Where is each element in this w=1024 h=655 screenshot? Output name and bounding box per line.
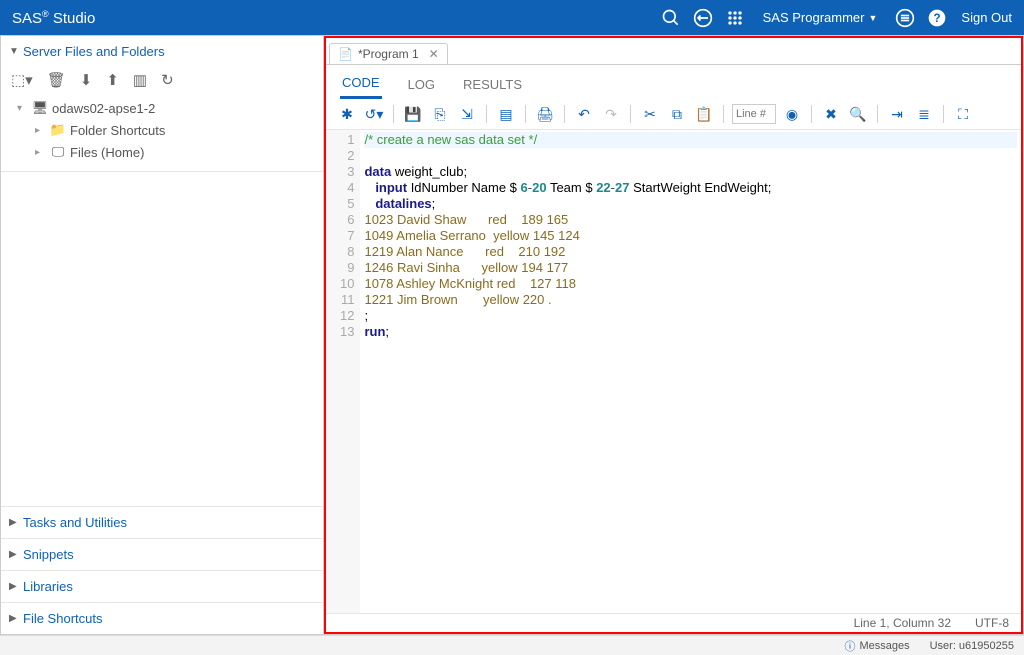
sidebar-header-server-files[interactable]: ▼ Server Files and Folders — [1, 36, 323, 67]
user-menu[interactable]: SAS Programmer▼ — [763, 10, 878, 25]
tree-label: Folder Shortcuts — [70, 123, 165, 138]
indent-icon[interactable]: ⇥ — [886, 103, 908, 125]
folder-shortcut-icon: 📁 — [50, 122, 66, 138]
goto-icon[interactable]: ◉ — [781, 103, 803, 125]
cursor-position: Line 1, Column 32 — [854, 616, 951, 630]
files-home-icon: 🖵 — [50, 144, 66, 160]
sidebar-header-file-shortcuts[interactable]: ▶ File Shortcuts — [1, 602, 323, 634]
sidebar-header-tasks[interactable]: ▶ Tasks and Utilities — [1, 506, 323, 538]
goto-line-input[interactable] — [732, 104, 776, 124]
maximize-icon[interactable]: ⛶ — [952, 103, 974, 125]
sidebar-toolbar: ⬚▾ 🗑 ⬇ ⬆ ▥ ↻ — [1, 67, 323, 93]
expand-icon: ▶ — [9, 581, 19, 592]
folder-open-icon[interactable] — [691, 6, 715, 30]
export-icon[interactable]: ⇲ — [456, 103, 478, 125]
expand-icon: ▶ — [9, 613, 19, 624]
expand-icon: ▸ — [35, 147, 47, 158]
bottom-status-bar: ⓘMessages User: u61950255 — [0, 635, 1024, 655]
collapse-icon: ▼ — [9, 46, 19, 57]
new-icon[interactable]: ⬚▾ — [11, 71, 33, 89]
tab-label: *Program 1 — [358, 47, 419, 61]
refresh-icon[interactable]: ↻ — [161, 71, 174, 89]
app-title: SAS® Studio — [12, 9, 95, 27]
title-registered: ® — [42, 9, 49, 19]
save-as-icon[interactable]: ⎘ — [429, 103, 451, 125]
tree-node-folder-shortcuts[interactable]: ▸ 📁 Folder Shortcuts — [35, 119, 315, 141]
tree-label: odaws02-apse1-2 — [52, 101, 155, 116]
paste-icon[interactable]: 📋 — [693, 103, 715, 125]
expand-icon: ▶ — [9, 549, 19, 560]
sidebar-section-server-files: ▼ Server Files and Folders ⬚▾ 🗑 ⬇ ⬆ ▥ ↻ … — [1, 36, 323, 172]
close-icon[interactable]: ✕ — [429, 47, 439, 61]
sas-file-icon: 📄 — [338, 47, 353, 61]
expand-icon: ▾ — [17, 103, 29, 114]
more-options-icon[interactable] — [893, 6, 917, 30]
work-area: 📄 *Program 1 ✕ CODE LOG RESULTS ✱ ↺▾ 💾 ⎘… — [324, 36, 1023, 634]
help-icon[interactable]: ? — [925, 6, 949, 30]
program-tab-strip: 📄 *Program 1 ✕ — [326, 38, 1021, 65]
save-icon[interactable]: 💾 — [402, 103, 424, 125]
code-editor[interactable]: 12345678910111213 /* create a new sas da… — [326, 130, 1021, 613]
app-header: SAS® Studio SAS Programmer▼ ? Sign Out — [0, 0, 1024, 35]
subtab-strip: CODE LOG RESULTS — [326, 65, 1021, 99]
redo-icon[interactable]: ↷ — [600, 103, 622, 125]
sidebar-label: Snippets — [23, 547, 74, 562]
svg-text:?: ? — [934, 12, 941, 25]
code-body[interactable]: /* create a new sas data set */ data wei… — [360, 130, 1021, 613]
tree-node-files-home[interactable]: ▸ 🖵 Files (Home) — [35, 141, 315, 163]
run-icon[interactable]: ✱ — [336, 103, 358, 125]
download-icon[interactable]: ⬇ — [80, 71, 93, 89]
sidebar-label: File Shortcuts — [23, 611, 102, 626]
delete-icon[interactable]: 🗑 — [47, 71, 66, 89]
expand-icon: ▶ — [9, 517, 19, 528]
apps-icon[interactable] — [723, 6, 747, 30]
print-icon[interactable]: 🖨 — [534, 103, 556, 125]
sidebar-label: Tasks and Utilities — [23, 515, 127, 530]
upload-icon[interactable]: ⬆ — [106, 71, 119, 89]
title-prefix: SAS — [12, 10, 42, 27]
copy-icon[interactable]: ⧉ — [666, 103, 688, 125]
editor-toolbar: ✱ ↺▾ 💾 ⎘ ⇲ ▤ 🖨 ↶ ↷ ✂ ⧉ 📋 ◉ ✖ 🔍 ⇥ ≣ — [326, 99, 1021, 130]
tab-program-1[interactable]: 📄 *Program 1 ✕ — [329, 43, 448, 64]
format-icon[interactable]: ≣ — [913, 103, 935, 125]
sidebar-label: Libraries — [23, 579, 73, 594]
expand-icon: ▸ — [35, 125, 47, 136]
properties-icon[interactable]: ▥ — [133, 71, 147, 89]
sidebar-header-snippets[interactable]: ▶ Snippets — [1, 538, 323, 570]
server-icon: 🖥 — [32, 100, 48, 116]
tree-label: Files (Home) — [70, 145, 144, 160]
subtab-log[interactable]: LOG — [406, 73, 437, 98]
encoding-label: UTF-8 — [975, 616, 1009, 630]
history-icon[interactable]: ↺▾ — [363, 103, 385, 125]
sidebar-header-libraries[interactable]: ▶ Libraries — [1, 570, 323, 602]
line-gutter: 12345678910111213 — [326, 130, 360, 613]
title-suffix: Studio — [49, 10, 96, 27]
subtab-code[interactable]: CODE — [340, 71, 382, 99]
cut-icon[interactable]: ✂ — [639, 103, 661, 125]
sidebar: ▼ Server Files and Folders ⬚▾ 🗑 ⬇ ⬆ ▥ ↻ … — [1, 36, 324, 634]
caret-down-icon: ▼ — [868, 13, 877, 23]
clear-icon[interactable]: ✖ — [820, 103, 842, 125]
info-icon: ⓘ — [844, 638, 855, 654]
summary-icon[interactable]: ▤ — [495, 103, 517, 125]
messages-link[interactable]: ⓘMessages — [844, 638, 909, 654]
sidebar-label: Server Files and Folders — [23, 44, 165, 59]
editor-status-bar: Line 1, Column 32 UTF-8 — [326, 613, 1021, 632]
tree-node-root[interactable]: ▾ 🖥 odaws02-apse1-2 — [17, 97, 315, 119]
user-label: User: u61950255 — [930, 640, 1014, 652]
folder-tree: ▾ 🖥 odaws02-apse1-2 ▸ 📁 Folder Shortcuts… — [1, 93, 323, 171]
search-icon[interactable] — [659, 6, 683, 30]
main-area: ▼ Server Files and Folders ⬚▾ 🗑 ⬇ ⬆ ▥ ↻ … — [0, 35, 1024, 635]
subtab-results[interactable]: RESULTS — [461, 73, 524, 98]
undo-icon[interactable]: ↶ — [573, 103, 595, 125]
find-icon[interactable]: 🔍 — [847, 103, 869, 125]
sign-out-link[interactable]: Sign Out — [961, 10, 1012, 25]
